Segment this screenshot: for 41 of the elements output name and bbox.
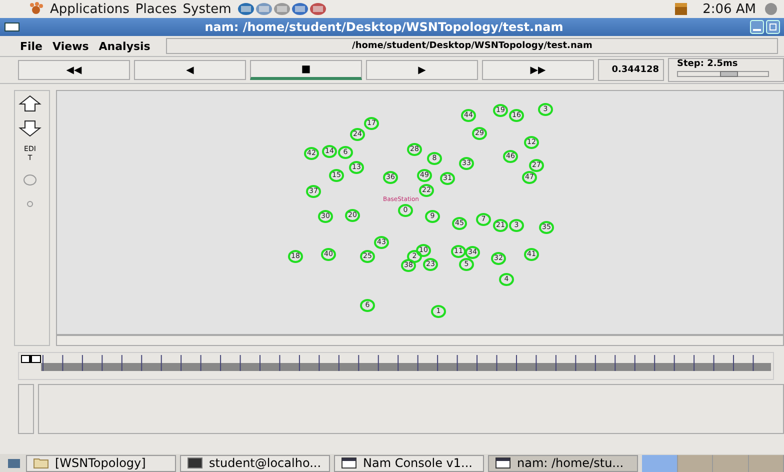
window-menu-icon[interactable] xyxy=(4,22,20,32)
launcher-icon[interactable] xyxy=(309,1,328,17)
step-label: Step: 2.5ms xyxy=(677,59,739,69)
taskbar-button[interactable]: student@localho... xyxy=(180,454,330,472)
launcher-icon[interactable] xyxy=(273,1,292,17)
terminal-icon xyxy=(187,457,203,469)
time-slider-handle-icon[interactable] xyxy=(21,355,41,363)
workspace-switcher[interactable] xyxy=(642,454,784,472)
timeline-slider[interactable] xyxy=(18,352,774,380)
taskbar-button[interactable]: nam: /home/stu... xyxy=(488,454,638,472)
launcher-icon[interactable] xyxy=(237,1,256,17)
panel-menu[interactable]: Places xyxy=(135,2,177,16)
panel-menu[interactable]: System xyxy=(182,2,232,16)
foot-logo-icon[interactable] xyxy=(28,1,44,17)
menu-item[interactable]: File xyxy=(20,40,43,52)
folder-icon xyxy=(33,457,49,469)
launcher-icon[interactable] xyxy=(291,1,310,17)
playback-button[interactable]: ■ xyxy=(250,60,362,80)
window-icon xyxy=(495,457,511,469)
horizontal-scrollbar[interactable] xyxy=(56,335,784,346)
maximize-icon[interactable] xyxy=(766,20,780,34)
slider-thumb[interactable] xyxy=(720,71,738,77)
step-slider[interactable] xyxy=(677,71,769,77)
playback-button[interactable]: ◀◀ xyxy=(18,60,130,80)
window-title: nam: /home/student/Desktop/WSNTopology/test.nam xyxy=(204,20,564,34)
time-display: 0.344128 xyxy=(598,59,664,81)
window-icon xyxy=(341,457,357,469)
playback-button[interactable]: ◀ xyxy=(134,60,246,80)
menu-item[interactable]: Views xyxy=(52,40,89,52)
vertical-scrollbar[interactable] xyxy=(18,384,34,434)
package-icon[interactable] xyxy=(672,1,689,17)
minimize-icon[interactable] xyxy=(750,20,764,34)
playback-button[interactable]: ▶ xyxy=(366,60,478,80)
playback-button[interactable]: ▶▶ xyxy=(482,60,594,80)
panel-menu[interactable]: Applications xyxy=(50,2,130,16)
launcher-icon[interactable] xyxy=(255,1,274,17)
file-path: /home/student/Desktop/WSNTopology/test.nam xyxy=(166,38,778,54)
menu-item[interactable]: Analysis xyxy=(98,40,150,52)
taskbar-button[interactable]: Nam Console v1... xyxy=(334,454,484,472)
clock[interactable]: 2:06 AM xyxy=(702,2,756,16)
taskbar-button[interactable]: [WSNTopology] xyxy=(26,454,176,472)
